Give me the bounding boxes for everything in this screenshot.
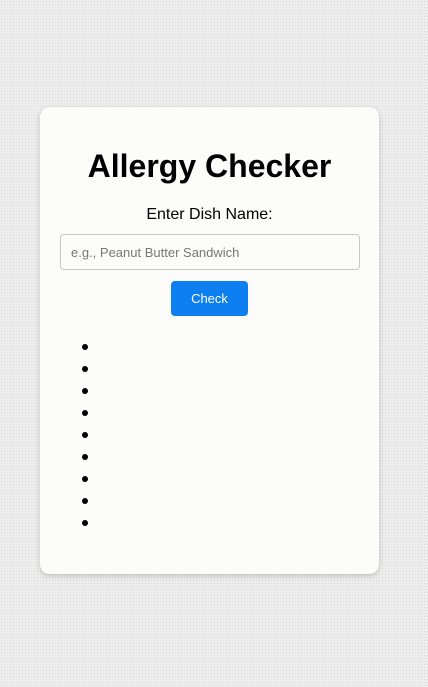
dish-name-input[interactable] — [60, 234, 360, 270]
dish-name-label: Enter Dish Name: — [146, 206, 273, 223]
allergy-results-list — [40, 336, 88, 534]
page-title: Allergy Checker — [87, 148, 332, 184]
check-button[interactable]: Check — [171, 281, 248, 316]
allergy-checker-card: Allergy Checker Enter Dish Name: Check — [40, 107, 379, 574]
